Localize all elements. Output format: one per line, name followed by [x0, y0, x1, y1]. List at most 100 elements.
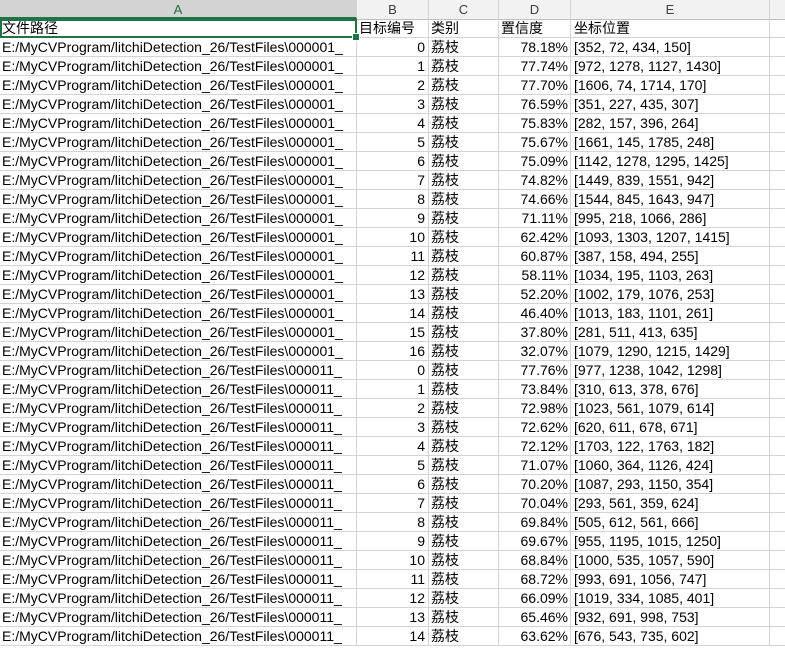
cell-position[interactable]: [972, 1278, 1127, 1430] [571, 57, 770, 75]
column-header-b[interactable]: B [357, 0, 429, 19]
cell-category[interactable]: 荔枝 [429, 399, 499, 417]
cell-category[interactable]: 荔枝 [429, 323, 499, 341]
cell-confidence[interactable]: 69.84% [499, 513, 571, 531]
cell-category[interactable]: 荔枝 [429, 57, 499, 75]
cell-position[interactable]: [1023, 561, 1079, 614] [571, 399, 770, 417]
empty-cell[interactable] [770, 304, 785, 322]
cell-target-id[interactable]: 0 [357, 361, 429, 379]
cell-category[interactable]: 荔枝 [429, 380, 499, 398]
cell-file-path[interactable]: E:/MyCVProgram/litchiDetection_26/TestFi… [0, 551, 357, 569]
cell-target-id[interactable]: 0 [357, 38, 429, 56]
cell-file-path[interactable]: E:/MyCVProgram/litchiDetection_26/TestFi… [0, 247, 357, 265]
column-header-a[interactable]: A [0, 0, 357, 19]
cell-file-path[interactable]: E:/MyCVProgram/litchiDetection_26/TestFi… [0, 323, 357, 341]
cell-position[interactable]: [1034, 195, 1103, 263] [571, 266, 770, 284]
cell-confidence[interactable]: 70.04% [499, 494, 571, 512]
cell-target-id[interactable]: 13 [357, 608, 429, 626]
cell-target-id[interactable]: 9 [357, 209, 429, 227]
cell-target-id[interactable]: 3 [357, 418, 429, 436]
cell-file-path[interactable]: E:/MyCVProgram/litchiDetection_26/TestFi… [0, 285, 357, 303]
cell-target-id[interactable]: 8 [357, 190, 429, 208]
cell-category[interactable]: 荔枝 [429, 190, 499, 208]
cell-confidence[interactable]: 37.80% [499, 323, 571, 341]
cell-category[interactable]: 荔枝 [429, 266, 499, 284]
header-cell-confidence[interactable]: 置信度 [499, 19, 571, 37]
cell-category[interactable]: 荔枝 [429, 437, 499, 455]
cell-target-id[interactable]: 13 [357, 285, 429, 303]
empty-cell[interactable] [770, 627, 785, 645]
cell-file-path[interactable]: E:/MyCVProgram/litchiDetection_26/TestFi… [0, 380, 357, 398]
cell-target-id[interactable]: 16 [357, 342, 429, 360]
cell-category[interactable]: 荔枝 [429, 532, 499, 550]
cell-target-id[interactable]: 2 [357, 76, 429, 94]
cell-category[interactable]: 荔枝 [429, 76, 499, 94]
cell-target-id[interactable]: 1 [357, 57, 429, 75]
cell-target-id[interactable]: 3 [357, 95, 429, 113]
cell-category[interactable]: 荔枝 [429, 475, 499, 493]
cell-confidence[interactable]: 72.98% [499, 399, 571, 417]
cell-confidence[interactable]: 46.40% [499, 304, 571, 322]
cell-confidence[interactable]: 72.12% [499, 437, 571, 455]
empty-cell[interactable] [770, 57, 785, 75]
cell-category[interactable]: 荔枝 [429, 38, 499, 56]
cell-position[interactable]: [293, 561, 359, 624] [571, 494, 770, 512]
cell-target-id[interactable]: 1 [357, 380, 429, 398]
header-cell-position[interactable]: 坐标位置 [571, 19, 770, 37]
cell-position[interactable]: [955, 1195, 1015, 1250] [571, 532, 770, 550]
cell-target-id[interactable]: 7 [357, 171, 429, 189]
cell-confidence[interactable]: 75.83% [499, 114, 571, 132]
cell-confidence[interactable]: 73.84% [499, 380, 571, 398]
empty-cell[interactable] [770, 152, 785, 170]
column-header-f[interactable] [770, 0, 785, 19]
header-cell-category[interactable]: 类别 [429, 19, 499, 37]
cell-target-id[interactable]: 14 [357, 627, 429, 645]
empty-cell[interactable] [770, 209, 785, 227]
empty-cell[interactable] [770, 190, 785, 208]
cell-file-path[interactable]: E:/MyCVProgram/litchiDetection_26/TestFi… [0, 228, 357, 246]
cell-file-path[interactable]: E:/MyCVProgram/litchiDetection_26/TestFi… [0, 532, 357, 550]
cell-confidence[interactable]: 75.09% [499, 152, 571, 170]
cell-target-id[interactable]: 11 [357, 570, 429, 588]
cell-file-path[interactable]: E:/MyCVProgram/litchiDetection_26/TestFi… [0, 627, 357, 645]
cell-position[interactable]: [1000, 535, 1057, 590] [571, 551, 770, 569]
empty-cell[interactable] [770, 456, 785, 474]
cell-confidence[interactable]: 77.74% [499, 57, 571, 75]
cell-file-path[interactable]: E:/MyCVProgram/litchiDetection_26/TestFi… [0, 171, 357, 189]
cell-file-path[interactable]: E:/MyCVProgram/litchiDetection_26/TestFi… [0, 342, 357, 360]
cell-position[interactable]: [387, 158, 494, 255] [571, 247, 770, 265]
cell-target-id[interactable]: 7 [357, 494, 429, 512]
cell-category[interactable]: 荔枝 [429, 608, 499, 626]
empty-cell[interactable] [770, 342, 785, 360]
empty-cell[interactable] [770, 399, 785, 417]
cell-target-id[interactable]: 10 [357, 228, 429, 246]
empty-cell[interactable] [770, 361, 785, 379]
cell-category[interactable]: 荔枝 [429, 285, 499, 303]
cell-position[interactable]: [1079, 1290, 1215, 1429] [571, 342, 770, 360]
empty-cell[interactable] [770, 285, 785, 303]
cell-target-id[interactable]: 5 [357, 456, 429, 474]
cell-target-id[interactable]: 14 [357, 304, 429, 322]
empty-cell[interactable] [770, 532, 785, 550]
cell-position[interactable]: [1661, 145, 1785, 248] [571, 133, 770, 151]
cell-category[interactable]: 荔枝 [429, 627, 499, 645]
cell-file-path[interactable]: E:/MyCVProgram/litchiDetection_26/TestFi… [0, 361, 357, 379]
cell-position[interactable]: [1013, 183, 1101, 261] [571, 304, 770, 322]
cell-position[interactable]: [1093, 1303, 1207, 1415] [571, 228, 770, 246]
header-cell-target-id[interactable]: 目标编号 [357, 19, 429, 37]
cell-category[interactable]: 荔枝 [429, 133, 499, 151]
cell-category[interactable]: 荔枝 [429, 152, 499, 170]
empty-cell[interactable] [770, 228, 785, 246]
cell-file-path[interactable]: E:/MyCVProgram/litchiDetection_26/TestFi… [0, 304, 357, 322]
empty-cell[interactable] [770, 608, 785, 626]
cell-category[interactable]: 荔枝 [429, 95, 499, 113]
cell-position[interactable]: [995, 218, 1066, 286] [571, 209, 770, 227]
cell-category[interactable]: 荔枝 [429, 114, 499, 132]
cell-position[interactable]: [1544, 845, 1643, 947] [571, 190, 770, 208]
cell-target-id[interactable]: 4 [357, 437, 429, 455]
cell-confidence[interactable]: 70.20% [499, 475, 571, 493]
cell-position[interactable]: [993, 691, 1056, 747] [571, 570, 770, 588]
cell-file-path[interactable]: E:/MyCVProgram/litchiDetection_26/TestFi… [0, 95, 357, 113]
cell-confidence[interactable]: 63.62% [499, 627, 571, 645]
cell-target-id[interactable]: 6 [357, 475, 429, 493]
empty-cell[interactable] [770, 551, 785, 569]
